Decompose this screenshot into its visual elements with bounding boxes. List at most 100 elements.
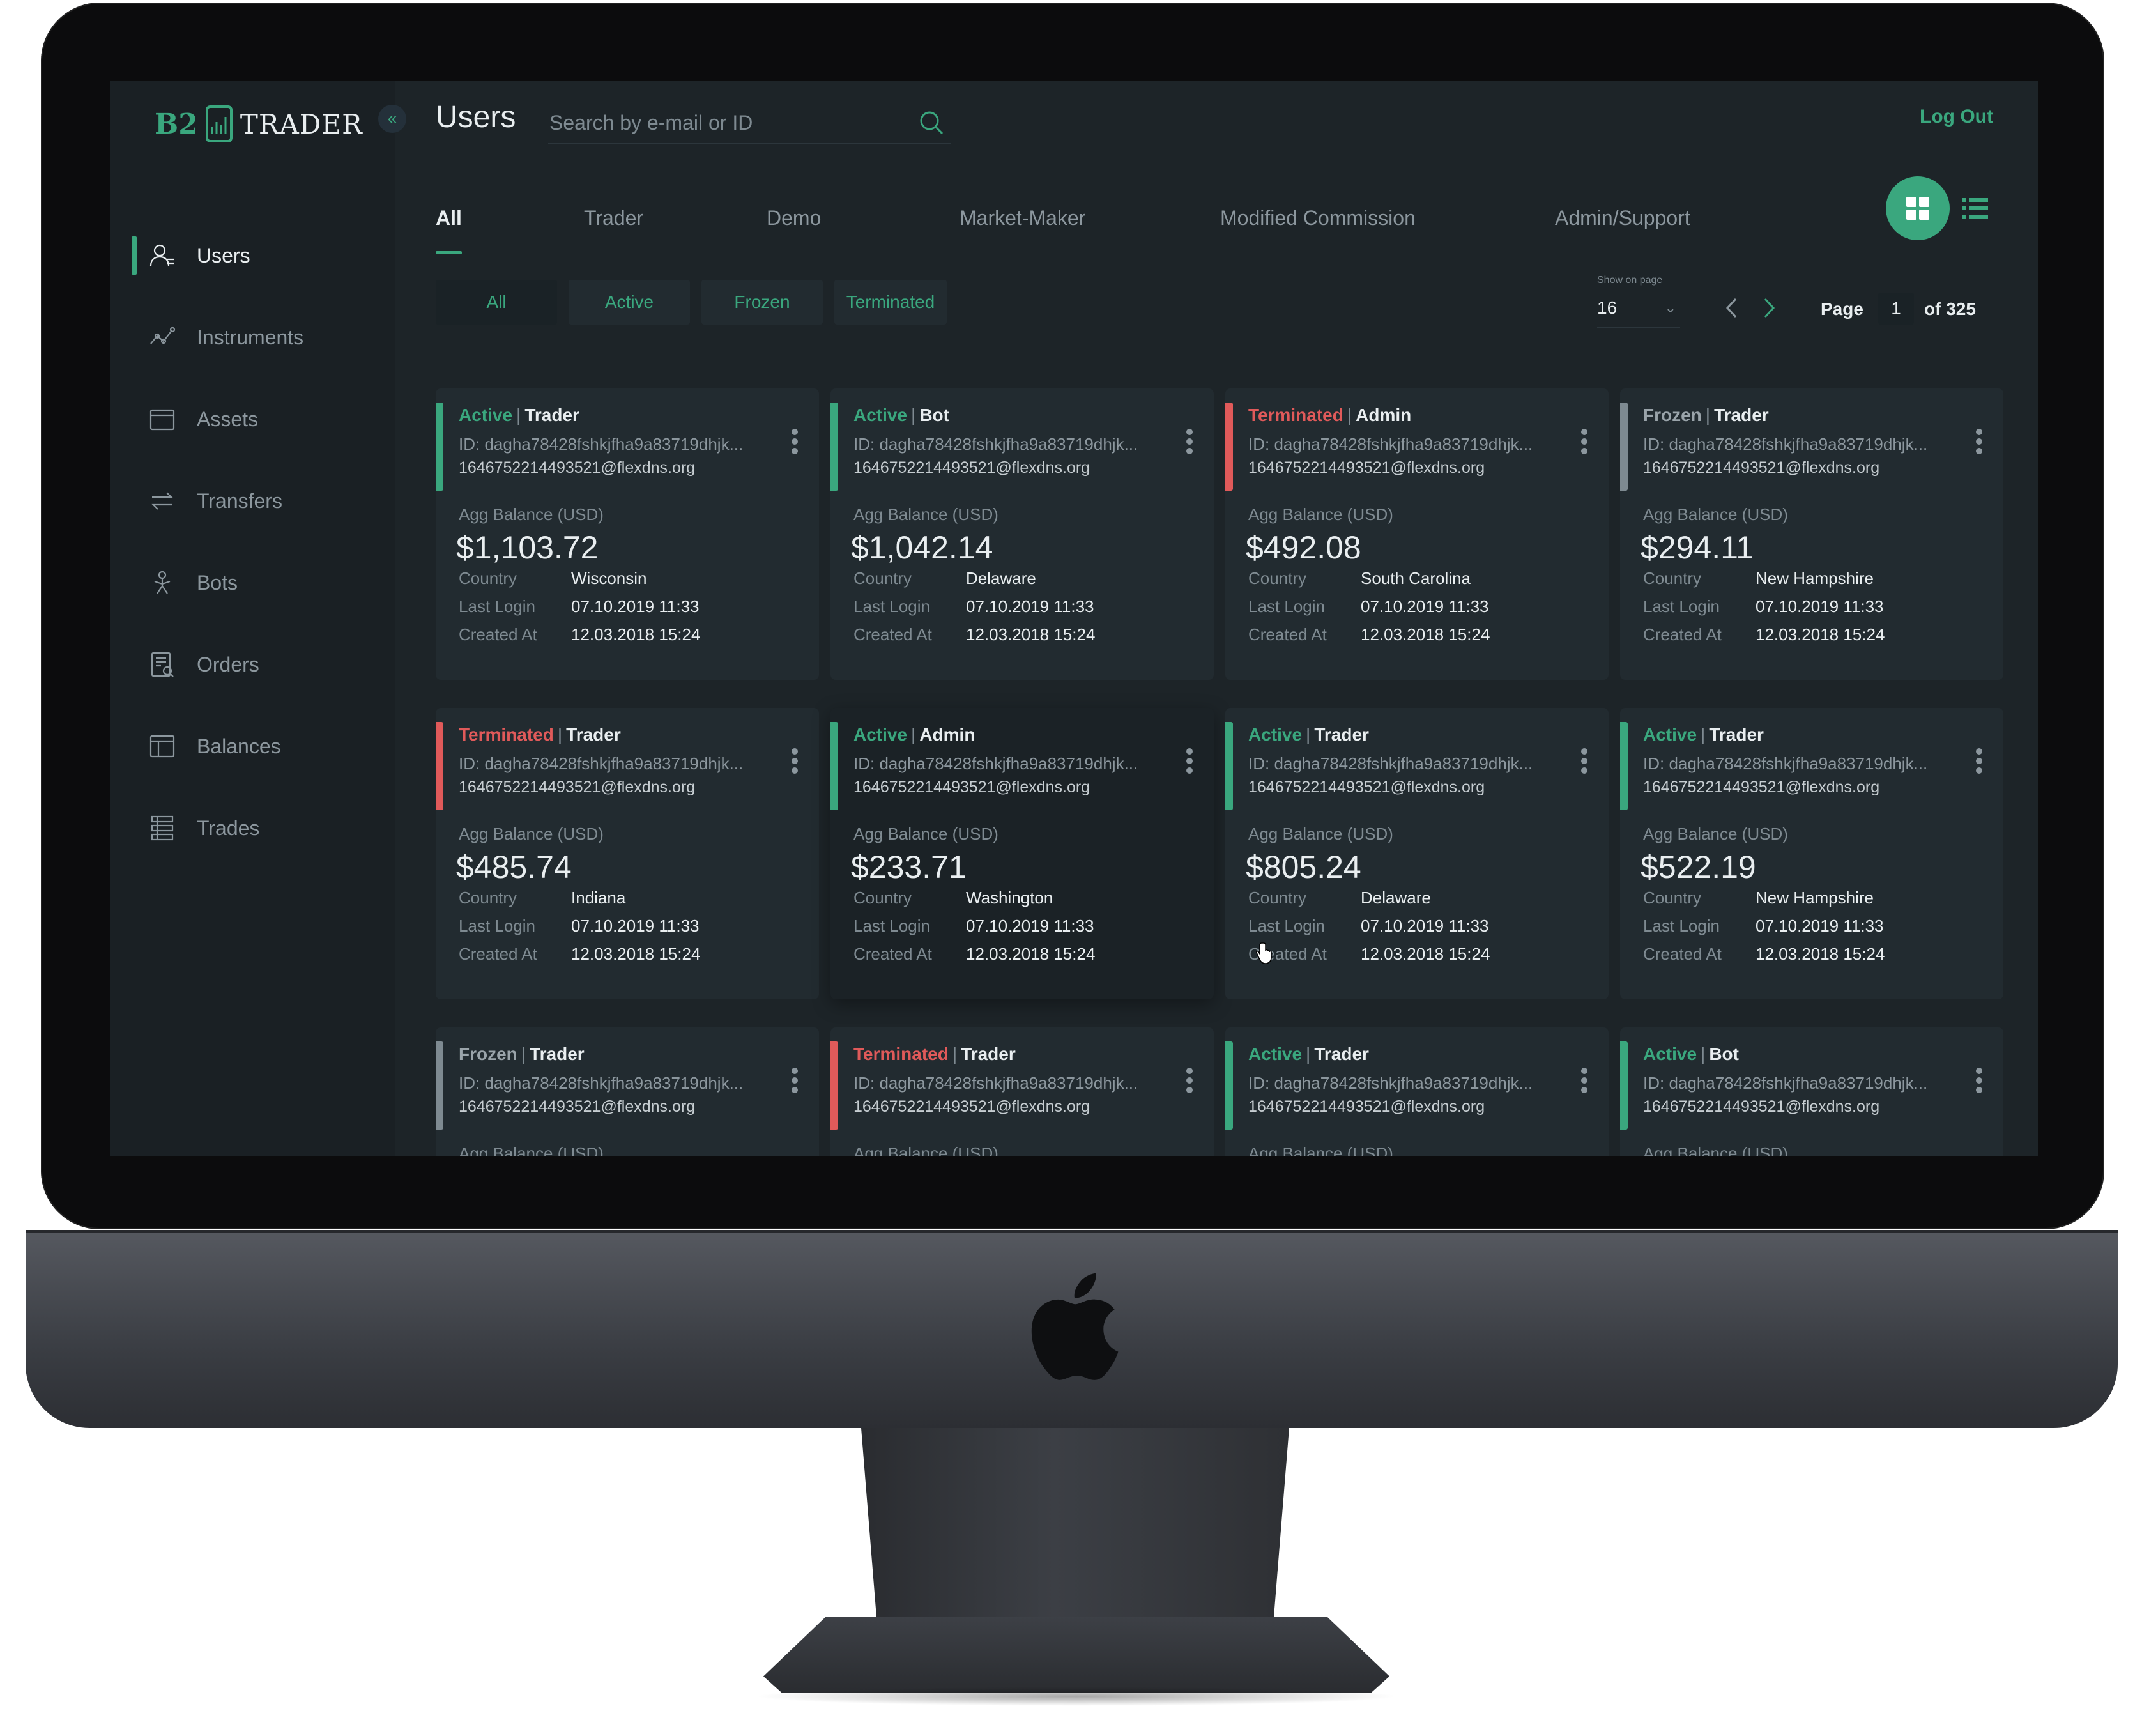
user-card[interactable]: Active | Trader ID: dagha78428fshkjfha9a837… (436, 388, 819, 680)
field-label: Country (853, 569, 912, 588)
logo-b2: B2 (155, 107, 198, 141)
field-label: Country (459, 569, 517, 588)
search-icon[interactable] (917, 109, 945, 137)
sidebar-item-users[interactable]: Users (110, 215, 395, 296)
more-menu-icon[interactable] (1183, 1064, 1196, 1103)
field-value: 12.03.2018 15:24 (966, 625, 1096, 644)
user-card[interactable]: Active | Admin ID: dagha78428fshkjfha9a8371… (830, 708, 1214, 999)
grid-view-button[interactable] (1886, 176, 1950, 240)
role-label: Trader (1314, 725, 1369, 744)
sidebar-item-orders[interactable]: Orders (110, 624, 395, 705)
card-row-created-at: Created At 12.03.2018 15:24 (1248, 944, 1490, 964)
more-menu-icon[interactable] (1578, 426, 1591, 464)
user-card[interactable]: Active | Trader ID: dagha78428fshkjfha9a837… (1225, 708, 1609, 999)
sidebar: B2 TRADER Users Instruments Assets Trans… (110, 81, 395, 1156)
more-menu-icon[interactable] (1578, 1064, 1591, 1103)
collapse-sidebar-button[interactable]: « (378, 105, 406, 133)
more-menu-icon[interactable] (1973, 426, 1985, 464)
field-value: 07.10.2019 11:33 (1756, 597, 1884, 616)
page-number-input[interactable]: 1 (1878, 293, 1914, 325)
page-label: Page (1821, 299, 1863, 319)
card-row-country: Country South Carolina (1248, 569, 1471, 588)
field-value: 07.10.2019 11:33 (571, 597, 700, 616)
balance-value: $233.71 (851, 849, 967, 885)
tab-trader[interactable]: Trader (584, 176, 643, 254)
separator: | (911, 725, 916, 744)
more-menu-icon[interactable] (788, 426, 801, 464)
status-indicator (1225, 403, 1233, 491)
more-menu-icon[interactable] (1578, 745, 1591, 783)
status-indicator (436, 722, 443, 810)
balance-label: Agg Balance (USD) (853, 824, 998, 843)
status-label: Active (853, 725, 908, 744)
next-page-button[interactable] (1757, 289, 1782, 327)
more-menu-icon[interactable] (1973, 745, 1985, 783)
card-status: Active | Trader (1248, 725, 1369, 745)
user-card[interactable]: Active | Trader ID: dagha78428fshkjfha9a837… (1225, 1027, 1609, 1156)
user-card[interactable]: Active | Trader ID: dagha78428fshkjfha9a837… (1620, 708, 2003, 999)
sidebar-item-balances[interactable]: Balances (110, 705, 395, 787)
tab-demo[interactable]: Demo (767, 176, 821, 254)
status-label: Terminated (459, 725, 554, 744)
sidebar-item-instruments[interactable]: Instruments (110, 296, 395, 378)
filter-frozen[interactable]: Frozen (701, 280, 823, 325)
user-id: ID: dagha78428fshkjfha9a83719dhjk... (853, 754, 1138, 773)
user-card[interactable]: Frozen | Trader ID: dagha78428fshkjfha9a837… (1620, 388, 2003, 680)
sidebar-item-transfers[interactable]: Transfers (110, 460, 395, 542)
filter-terminated[interactable]: Terminated (834, 280, 947, 325)
sidebar-item-bots[interactable]: Bots (110, 542, 395, 624)
apple-logo-icon (1031, 1273, 1119, 1380)
user-id: ID: dagha78428fshkjfha9a83719dhjk... (1643, 434, 1928, 454)
sidebar-item-trades[interactable]: Trades (110, 787, 395, 869)
card-row-last-login: Last Login 07.10.2019 11:33 (1643, 916, 1883, 936)
balance-label: Agg Balance (USD) (853, 1144, 998, 1156)
field-value: 07.10.2019 11:33 (1361, 597, 1489, 616)
sidebar-item-assets[interactable]: Assets (110, 378, 395, 460)
user-card[interactable]: Frozen | Trader ID: dagha78428fshkjfha9a837… (436, 1027, 819, 1156)
per-page-select[interactable]: 16 ⌄ (1597, 289, 1680, 328)
balance-label: Agg Balance (USD) (1248, 505, 1393, 524)
list-view-button[interactable] (1956, 189, 1994, 227)
orders-icon (147, 649, 178, 680)
more-menu-icon[interactable] (788, 1064, 801, 1103)
balance-value: $1,042.14 (851, 530, 993, 565)
card-row-created-at: Created At 12.03.2018 15:24 (459, 625, 700, 645)
field-value: New Hampshire (1756, 888, 1874, 907)
filter-all[interactable]: All (436, 280, 557, 325)
card-row-created-at: Created At 12.03.2018 15:24 (459, 944, 700, 964)
search-input[interactable] (548, 110, 908, 135)
field-value: Indiana (571, 888, 626, 907)
user-id: ID: dagha78428fshkjfha9a83719dhjk... (1643, 754, 1928, 773)
card-status: Active | Admin (853, 725, 975, 745)
logout-button[interactable]: Log Out (1920, 106, 1993, 128)
tab-modified-commission[interactable]: Modified Commission (1220, 176, 1416, 254)
tab-market-maker[interactable]: Market-Maker (960, 176, 1085, 254)
chevron-down-icon: ⌄ (1664, 300, 1676, 316)
sidebar-item-label: Users (197, 243, 250, 267)
more-menu-icon[interactable] (788, 745, 801, 783)
status-label: Terminated (1248, 405, 1343, 425)
status-indicator (1225, 1041, 1233, 1130)
tab-admin-support[interactable]: Admin/Support (1555, 176, 1690, 254)
filter-active[interactable]: Active (569, 280, 690, 325)
more-menu-icon[interactable] (1183, 426, 1196, 464)
user-email: 1646752214493521@flexdns.org (1643, 778, 1880, 796)
user-card[interactable]: Terminated | Trader ID: dagha78428fshkjfha9… (436, 708, 819, 999)
field-label: Country (459, 888, 517, 907)
field-value: New Hampshire (1756, 569, 1874, 588)
user-icon (147, 240, 178, 271)
user-card[interactable]: Active | Bot ID: dagha78428fshkjfha9a83719d… (1620, 1027, 2003, 1156)
view-toggle (1886, 176, 1993, 240)
more-menu-icon[interactable] (1183, 745, 1196, 783)
user-card[interactable]: Active | Bot ID: dagha78428fshkjfha9a83719d… (830, 388, 1214, 680)
logo[interactable]: B2 TRADER (155, 98, 363, 150)
previous-page-button[interactable] (1718, 289, 1744, 327)
grid-icon (1906, 197, 1929, 220)
field-value: 12.03.2018 15:24 (1361, 625, 1490, 644)
user-card[interactable]: Terminated | Trader ID: dagha78428fshkjfha9… (830, 1027, 1214, 1156)
tab-all[interactable]: All (436, 176, 462, 254)
status-indicator (1620, 403, 1628, 491)
user-card[interactable]: Terminated | Admin ID: dagha78428fshkjfha9a… (1225, 388, 1609, 680)
card-row-country: Country Delaware (853, 569, 1036, 588)
more-menu-icon[interactable] (1973, 1064, 1985, 1103)
